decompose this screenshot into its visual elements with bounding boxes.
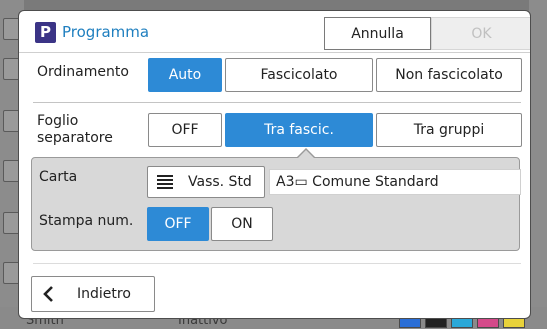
separator-option-off[interactable]: OFF — [148, 113, 222, 147]
sort-option-collated[interactable]: Fascicolato — [225, 58, 373, 92]
dialog-title: Programma — [62, 23, 150, 41]
separator-option-between-sets[interactable]: Tra fascic. — [225, 113, 373, 147]
print-number-option-on[interactable]: ON — [211, 207, 273, 241]
chevron-left-icon — [43, 286, 53, 302]
separator-label: Foglio separatore — [37, 113, 113, 146]
back-button[interactable]: Indietro — [31, 276, 155, 312]
paper-label: Carta — [39, 169, 78, 185]
background-right-panel — [529, 0, 547, 329]
ok-button[interactable]: OK — [431, 17, 530, 50]
divider — [33, 263, 521, 264]
print-number-label: Stampa num. — [39, 213, 134, 229]
sort-option-auto[interactable]: Auto — [148, 58, 222, 92]
sort-label: Ordinamento — [37, 64, 129, 80]
paper-tray-button[interactable]: Vass. Std — [147, 166, 265, 198]
paper-tray-icon — [157, 175, 173, 189]
divider — [33, 102, 521, 103]
cancel-button[interactable]: Annulla — [324, 17, 431, 50]
print-number-option-off[interactable]: OFF — [147, 207, 209, 241]
sort-option-uncollated[interactable]: Non fascicolato — [376, 58, 522, 92]
dialog-title-bar: P Programma Annulla OK — [19, 11, 530, 53]
back-label: Indietro — [77, 286, 131, 302]
program-dialog: P Programma Annulla OK Ordinamento Auto … — [18, 10, 531, 319]
program-logo-icon: P — [35, 22, 56, 43]
paper-size-value: A3▭ Comune Standard — [269, 169, 521, 195]
paper-tray-label: Vass. Std — [188, 174, 252, 190]
panel-pointer-fill — [298, 150, 314, 158]
separator-option-between-groups[interactable]: Tra gruppi — [376, 113, 522, 147]
